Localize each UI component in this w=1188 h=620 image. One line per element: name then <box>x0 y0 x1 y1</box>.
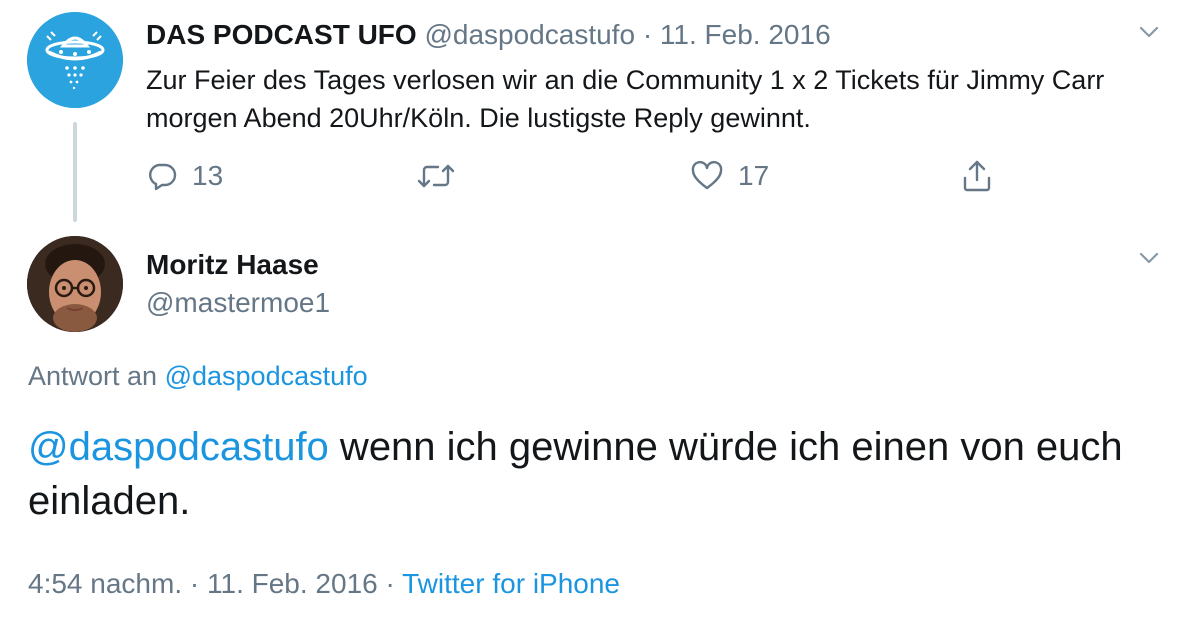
profile-photo-icon <box>27 236 123 332</box>
retweet-icon <box>417 164 455 188</box>
share-button[interactable] <box>960 156 994 196</box>
parent-tweet-header: DAS PODCAST UFO @daspodcastufo · 11. Feb… <box>146 18 831 52</box>
parent-tweet-text: Zur Feier des Tages verlosen wir an die … <box>146 65 1105 133</box>
mastermoe1-avatar[interactable] <box>27 236 123 332</box>
share-icon <box>963 160 991 192</box>
reply-to-handle-link[interactable]: @daspodcastufo <box>165 361 368 391</box>
reply-count: 13 <box>192 160 224 191</box>
reply-icon <box>149 163 177 191</box>
parent-tweet-actions: 13 17 <box>146 156 1026 196</box>
source-link[interactable]: Twitter for iPhone <box>402 568 620 599</box>
parent-date[interactable]: 11. Feb. 2016 <box>660 19 831 50</box>
reply-to-line: Antwort an @daspodcastufo <box>28 359 368 393</box>
reply-to-prefix: Antwort an <box>28 361 158 391</box>
reply-button[interactable]: 13 <box>146 156 223 196</box>
parent-separator: · <box>642 19 653 50</box>
mention-link[interactable]: @daspodcastufo <box>28 425 329 469</box>
reply-date[interactable]: 11. Feb. 2016 <box>207 568 378 599</box>
reply-author-name[interactable]: Moritz Haase <box>146 248 319 282</box>
parent-caret-down-icon[interactable] <box>1135 18 1163 46</box>
like-icon <box>691 160 723 190</box>
like-count: 17 <box>738 160 770 191</box>
meta-separator-2: · <box>385 568 395 599</box>
reply-meta: 4:54 nachm. · 11. Feb. 2016 · Twitter fo… <box>28 566 620 602</box>
retweet-button[interactable] <box>416 156 470 196</box>
reply-caret-down-icon[interactable] <box>1135 244 1163 272</box>
meta-separator-1: · <box>189 568 200 599</box>
thread-connector <box>73 122 77 222</box>
daspodcastufo-avatar[interactable] <box>27 12 123 108</box>
reply-author-handle[interactable]: @mastermoe1 <box>146 286 330 320</box>
parent-author-name[interactable]: DAS PODCAST UFO <box>146 19 417 50</box>
like-button[interactable]: 17 <box>690 156 769 196</box>
reply-tweet-text: @daspodcastufo wenn ich gewinne würde ic… <box>28 420 1168 528</box>
reply-time[interactable]: 4:54 nachm. <box>28 568 182 599</box>
parent-author-handle[interactable]: @daspodcastufo <box>424 19 635 50</box>
ufo-logo-icon <box>27 12 123 108</box>
